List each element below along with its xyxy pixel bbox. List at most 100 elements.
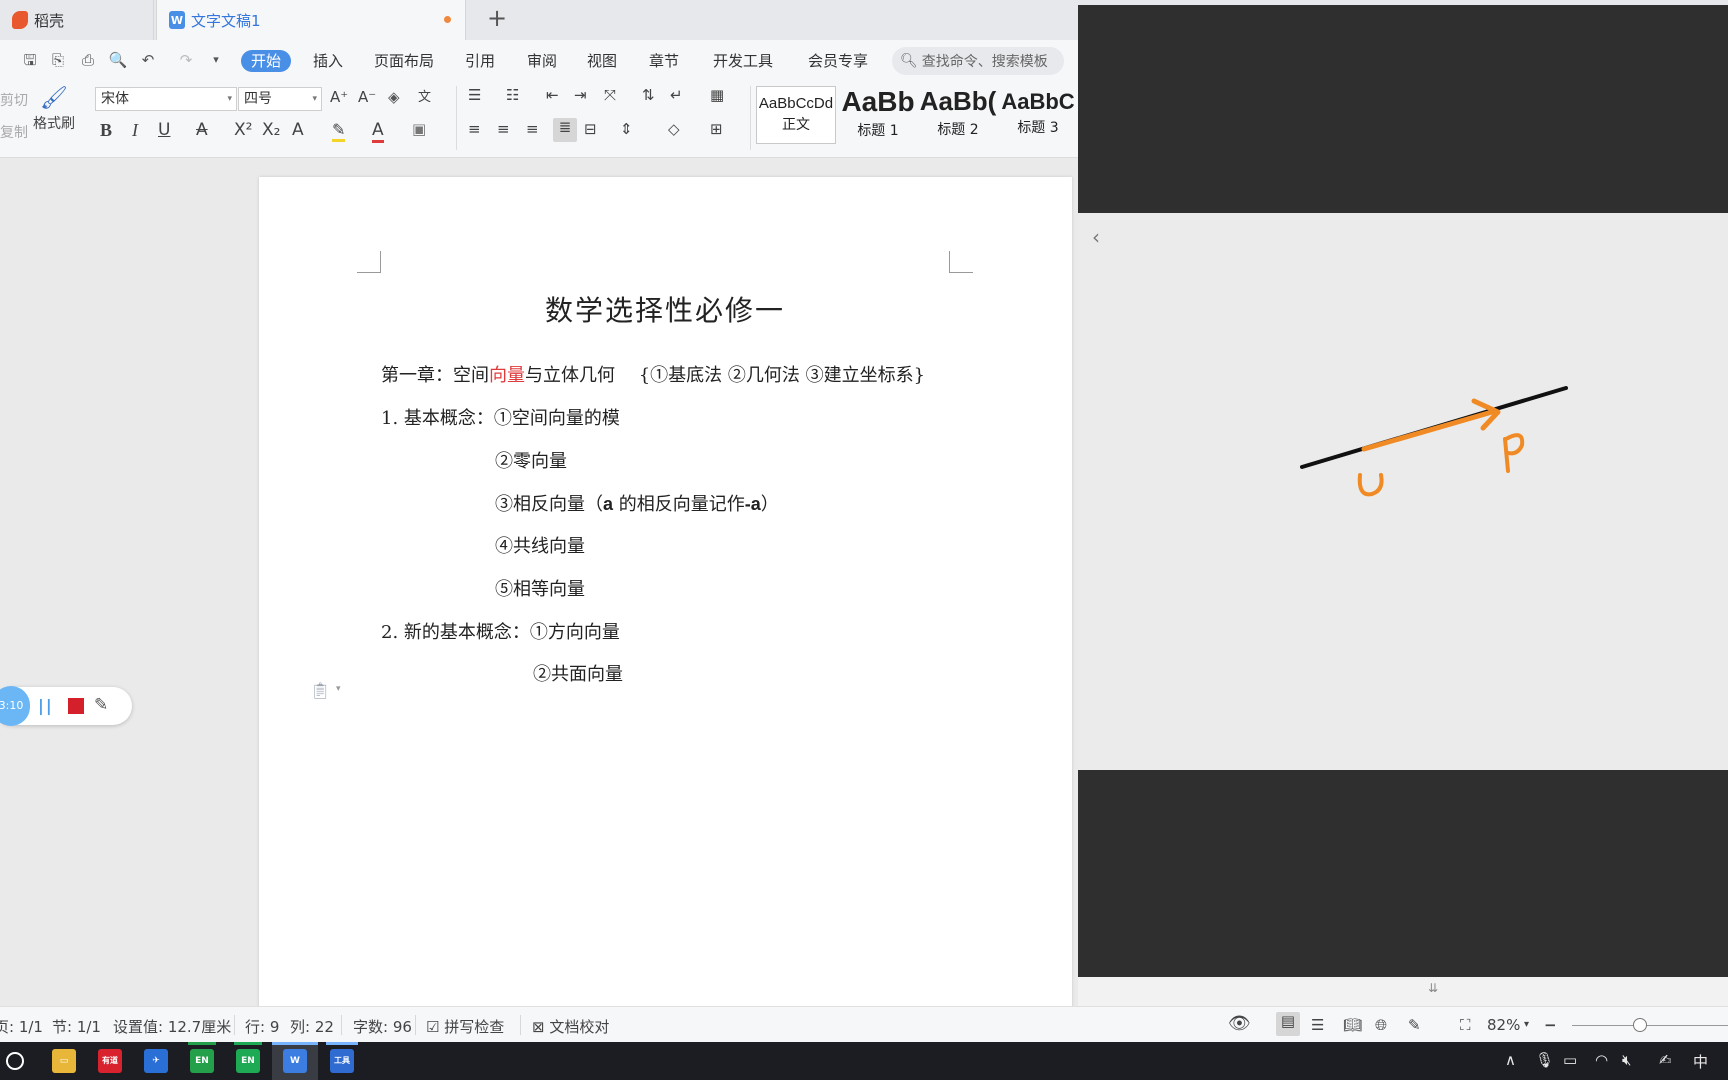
new-tab-button[interactable]: + — [484, 6, 510, 32]
page-view-icon[interactable]: ▤ — [1276, 1012, 1300, 1036]
pen-workspace-icon[interactable]: ✍ — [1659, 1051, 1672, 1069]
zoom-level[interactable]: 82% — [1487, 1016, 1520, 1034]
increase-indent-icon[interactable]: ⇥ — [574, 86, 587, 104]
print-icon[interactable]: ⎙ — [78, 50, 98, 70]
document-page[interactable]: 数学选择性必修一 第一章：空间向量与立体几何 {①基底法 ②几何法 ③建立坐标系… — [259, 177, 1072, 1006]
tab-document[interactable]: W 文字文稿1 — [156, 0, 466, 40]
clear-format-icon[interactable]: ◈ — [388, 88, 400, 106]
cut-button[interactable]: 剪切 — [0, 90, 28, 110]
menu-tab-chapter[interactable]: 章节 — [649, 50, 679, 72]
outline-view-icon[interactable]: ☰ — [1311, 1016, 1324, 1034]
tray-chevron-up-icon[interactable]: ∧ — [1505, 1051, 1516, 1069]
english-app-icon[interactable]: EN — [190, 1049, 214, 1073]
zoom-slider-track[interactable] — [1572, 1025, 1728, 1026]
chinese-layout-icon[interactable]: ⤧ — [604, 86, 616, 104]
character-border-icon[interactable]: ▣ — [412, 120, 426, 138]
battery-icon[interactable]: ▭ — [1563, 1051, 1577, 1069]
shading-icon[interactable]: ◇ — [668, 120, 680, 138]
italic-icon[interactable]: I — [132, 120, 138, 141]
font-size-select[interactable]: 四号 ▾ — [238, 87, 322, 111]
redo-icon[interactable]: ↷ — [176, 50, 196, 70]
file-explorer-icon[interactable]: ▭ — [52, 1049, 76, 1073]
ime-indicator[interactable]: 中 — [1693, 1051, 1708, 1072]
status-page[interactable]: 页: 1/1 — [0, 1016, 43, 1037]
shrink-font-icon[interactable]: A⁻ — [358, 88, 376, 106]
phonetic-guide-icon[interactable]: 文 — [418, 86, 431, 105]
chevron-down-icon[interactable]: ▾ — [336, 684, 341, 694]
show-marks-icon[interactable]: ↵ — [670, 86, 683, 104]
chevron-down-icon[interactable]: ▾ — [1524, 1019, 1529, 1030]
status-col[interactable]: 列: 22 — [290, 1016, 334, 1037]
zoom-slider-thumb[interactable] — [1633, 1018, 1647, 1032]
distributed-icon[interactable]: ⊟ — [584, 120, 597, 138]
menu-tab-member[interactable]: 会员专享 — [808, 50, 868, 72]
superscript-icon[interactable]: X² — [234, 120, 252, 140]
underline-icon[interactable]: U — [158, 120, 170, 140]
proofread-button[interactable]: ⊠ 文档校对 — [532, 1016, 609, 1037]
bold-icon[interactable]: B — [100, 120, 112, 141]
line-spacing-icon[interactable]: ⇕ — [620, 120, 633, 138]
pause-icon[interactable]: || — [38, 696, 54, 715]
style-normal[interactable]: AaBbCcDd 正文 — [756, 86, 836, 144]
menu-tab-insert[interactable]: 插入 — [313, 50, 343, 72]
write-mode-icon[interactable]: ✎ — [1408, 1016, 1421, 1034]
reading-view-icon[interactable]: 📖︎ — [1343, 1016, 1362, 1034]
align-left-icon[interactable]: ≡ — [468, 120, 481, 138]
status-setting[interactable]: 设置值: 12.7厘米 — [113, 1016, 231, 1037]
customize-chevron-down-icon[interactable]: ▾ — [206, 50, 226, 70]
grow-font-icon[interactable]: A⁺ — [330, 88, 348, 106]
menu-tab-developer[interactable]: 开发工具 — [713, 50, 773, 72]
copy-button[interactable]: 复制 — [0, 122, 28, 142]
font-color-icon[interactable]: A — [372, 120, 384, 143]
volume-muted-icon[interactable]: 🔇︎ — [1622, 1051, 1631, 1069]
style-heading-3[interactable]: AaBbC 标题 3 — [998, 86, 1078, 144]
sort-icon[interactable]: ⇅ — [642, 86, 655, 104]
cortana-search-icon[interactable] — [6, 1052, 24, 1070]
save-icon[interactable]: 🖫 — [20, 50, 40, 70]
eye-protection-icon[interactable]: 👁︎ — [1228, 1013, 1251, 1034]
wifi-icon[interactable]: ◠ — [1595, 1051, 1608, 1069]
align-center-icon[interactable]: ≡ — [497, 120, 510, 138]
menu-tab-start[interactable]: 开始 — [241, 50, 292, 72]
print-preview-icon[interactable]: 🔍 — [108, 50, 128, 70]
feishu-app-icon[interactable]: ✈ — [144, 1049, 168, 1073]
bullet-list-icon[interactable]: ☰ — [468, 86, 481, 104]
subscript-icon[interactable]: X₂ — [262, 120, 280, 140]
justify-icon[interactable]: ≣ — [553, 118, 577, 142]
drawing-canvas[interactable]: ‹ — [1078, 213, 1728, 770]
highlight-icon[interactable]: ✎ — [332, 120, 346, 142]
status-word-count[interactable]: 字数: 96 — [353, 1016, 412, 1037]
tab-daoke[interactable]: 稻壳 — [0, 0, 154, 40]
menu-tab-view[interactable]: 视图 — [587, 50, 617, 72]
undo-icon[interactable]: ↶ — [138, 50, 158, 70]
paste-options-icon[interactable]: 📋︎ — [310, 681, 330, 700]
youdao-app-icon[interactable]: 有道 — [98, 1049, 122, 1073]
style-heading-1[interactable]: AaBb 标题 1 — [838, 86, 918, 144]
fit-page-icon[interactable]: ⛶ — [1460, 1016, 1471, 1034]
numbered-list-icon[interactable]: ☷ — [506, 86, 519, 104]
scroll-down-icon[interactable]: ⇊ — [1428, 981, 1438, 995]
menu-tab-review[interactable]: 审阅 — [527, 50, 557, 72]
stop-icon[interactable] — [68, 698, 84, 714]
microphone-icon[interactable]: 🎙︎ — [1535, 1051, 1554, 1069]
web-view-icon[interactable]: 🌐︎ — [1375, 1016, 1387, 1034]
status-row[interactable]: 行: 9 — [245, 1016, 279, 1037]
format-painter-button[interactable]: 🖌︎ 格式刷 — [30, 86, 78, 133]
toolbox-app-icon[interactable]: 工具 — [330, 1049, 354, 1073]
english-app-icon[interactable]: EN — [236, 1049, 260, 1073]
menu-tab-references[interactable]: 引用 — [465, 50, 495, 72]
command-search-box[interactable]: 🔍︎ 查找命令、搜索模板 — [892, 47, 1064, 75]
font-name-select[interactable]: 宋体 ▾ — [95, 87, 237, 111]
spell-check-button[interactable]: ☑ 拼写检查 — [426, 1016, 504, 1037]
align-right-icon[interactable]: ≡ — [526, 120, 539, 138]
status-section[interactable]: 节: 1/1 — [52, 1016, 101, 1037]
pen-icon[interactable]: ✎ — [94, 695, 108, 715]
borders-icon[interactable]: ⊞ — [710, 120, 723, 138]
wps-writer-taskbar-icon[interactable]: W — [283, 1049, 307, 1073]
table-grid-icon[interactable]: ▦ — [710, 86, 724, 104]
strikethrough-icon[interactable]: A — [196, 120, 208, 140]
export-icon[interactable]: ⎘ — [48, 50, 68, 70]
style-heading-2[interactable]: AaBb( 标题 2 — [918, 86, 998, 144]
decrease-indent-icon[interactable]: ⇤ — [546, 86, 559, 104]
text-effect-icon[interactable]: A — [292, 120, 304, 140]
